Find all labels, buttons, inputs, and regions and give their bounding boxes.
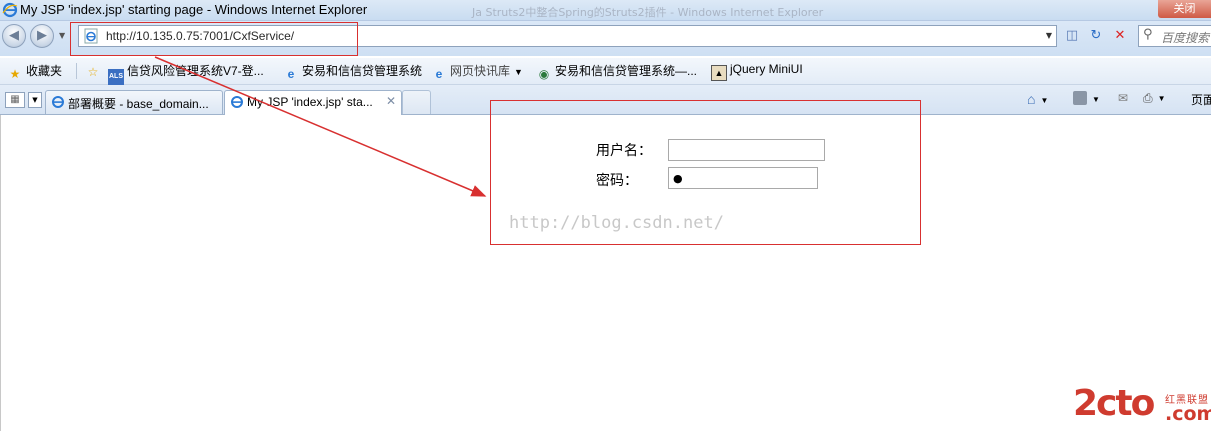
site-logo: 2cto 红黑联盟 .com <box>1073 383 1211 426</box>
logo-bottom: .com <box>1165 403 1211 425</box>
logo-main: 2cto <box>1073 383 1155 424</box>
annotation-arrow <box>154 56 487 197</box>
